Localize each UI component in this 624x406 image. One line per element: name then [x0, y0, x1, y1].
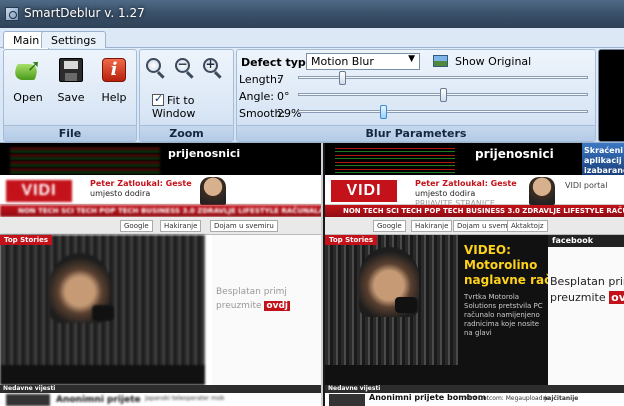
- angle-label: Angle:: [239, 90, 275, 103]
- blur-group-title: Blur Parameters: [237, 125, 595, 141]
- open-button[interactable]: ➚ Open: [8, 56, 48, 106]
- author-blurb: Peter Zatloukal: Geste umjesto dodira: [90, 179, 192, 198]
- webpage-header: VIDI Peter Zatloukal: Geste umjesto dodir…: [0, 175, 323, 205]
- ribbon: Main Settings ➚ Open Save i Help File − …: [0, 28, 624, 143]
- length-label: Length:: [239, 73, 281, 86]
- top-story-photo: [0, 235, 205, 385]
- banner-brand: prijenosnici: [168, 147, 241, 160]
- title-bar: SmartDeblur v. 1.27: [0, 0, 624, 28]
- side-ad: Besplatan primj preuzmite ovdj: [212, 235, 323, 385]
- preview-panel: [598, 49, 624, 142]
- smooth-slider[interactable]: [298, 105, 588, 119]
- defect-type-value: Motion Blur: [311, 55, 374, 68]
- portal-label: VIDI portal: [565, 181, 608, 190]
- top-story-area-sharp: Top Stories VIDEO: Motorolino naglavne rač…: [325, 235, 624, 385]
- webpage-nav: NON TECH SCI TECH POP TECH BUSINESS 3.0 …: [0, 205, 323, 217]
- vidi-logo-sharp: VIDI: [331, 180, 397, 202]
- floppy-disk-icon: [59, 58, 83, 82]
- open-label: Open: [13, 91, 43, 104]
- video-story: VIDEO: Motorolino naglavne računale Tvrtka…: [458, 235, 589, 385]
- video-story-desc: Tvrtka Motorola Solutions pretstvila PC …: [464, 293, 543, 337]
- help-label: Help: [101, 91, 127, 104]
- top-story-area: Top Stories Besplatan primj preuzmite ov…: [0, 235, 323, 385]
- window-title: SmartDeblur v. 1.27: [24, 6, 145, 20]
- checkbox-checked-icon[interactable]: [152, 92, 164, 106]
- length-value: 7: [277, 73, 284, 86]
- tab-settings[interactable]: Settings: [41, 31, 107, 48]
- help-button[interactable]: i Help: [94, 56, 134, 106]
- angle-value: 0°: [277, 90, 290, 103]
- zoom-group: − + Fit to Window Zoom: [139, 49, 234, 142]
- length-slider[interactable]: [298, 71, 588, 85]
- angle-slider[interactable]: [298, 88, 588, 102]
- defect-type-select[interactable]: Motion Blur ▼: [306, 53, 420, 70]
- webpage-header-sharp: VIDI Peter Zatloukal: Geste umjesto dodir…: [325, 175, 624, 208]
- result-image-pane[interactable]: prijenosnici Skraćeni aplikacij izabaran…: [325, 143, 624, 406]
- top-stories-tab-sharp: Top Stories: [325, 235, 378, 245]
- original-image-pane[interactable]: prijenosnici VIDI Peter Zatloukal: Geste…: [0, 143, 323, 406]
- file-group-title: File: [4, 125, 136, 141]
- fit-to-window-checkbox[interactable]: Fit to Window: [152, 92, 233, 120]
- save-label: Save: [57, 91, 85, 104]
- show-original-label: Show Original: [455, 55, 532, 68]
- top-stories-tab: Top Stories: [0, 235, 53, 245]
- webpage-banner: prijenosnici: [0, 143, 323, 175]
- zoom-group-title: Zoom: [140, 125, 233, 141]
- author-photo-sharp: [529, 177, 555, 205]
- top-story-photo-sharp: [325, 235, 458, 385]
- open-icon: ➚: [12, 56, 41, 82]
- angle-slider-thumb[interactable]: [440, 88, 447, 102]
- ribbon-tabs: Main Settings: [0, 28, 624, 49]
- webpage-nav-sharp: NON TECH SCI TECH POP TECH BUSINESS 3.0 …: [325, 205, 624, 217]
- app-icon: [5, 7, 19, 21]
- chevron-down-icon: ▼: [408, 54, 415, 64]
- smooth-value: 29%: [277, 107, 302, 120]
- webpage-subnav-sharp: Google Hakiranje Dojam u svemiru Aktakto…: [325, 217, 624, 235]
- info-icon: i: [102, 58, 126, 82]
- side-ad-sharp: facebook Besplatan primj preuzmite ovdj: [548, 235, 624, 385]
- webpage-subnav: Google Hakiranje Dojam u svemiru: [0, 217, 323, 235]
- blurred-webpage-image: prijenosnici VIDI Peter Zatloukal: Geste…: [0, 143, 323, 406]
- picture-icon: [433, 55, 448, 67]
- zoom-fit-button[interactable]: [146, 58, 168, 80]
- vidi-logo: VIDI: [6, 180, 72, 202]
- webpage-banner-sharp: prijenosnici Skraćeni aplikacij izabaran…: [325, 143, 624, 175]
- zoom-in-button[interactable]: +: [203, 57, 225, 80]
- facebook-bar: facebook: [548, 235, 624, 247]
- promo-box: Skraćeni aplikacij izabarano: [582, 143, 624, 175]
- file-group: ➚ Open Save i Help File: [3, 49, 137, 142]
- author-photo: [200, 177, 226, 205]
- zoom-out-button[interactable]: −: [175, 57, 197, 80]
- length-slider-thumb[interactable]: [339, 71, 347, 85]
- save-button[interactable]: Save: [51, 56, 91, 106]
- recent-news-blocks: Anonimni prijete Japanski teleoperater m…: [0, 393, 323, 406]
- recent-news-blocks-sharp: Anonimni prijete bombom Kim Dotcom: Mega…: [325, 393, 624, 406]
- deblurred-webpage-image: prijenosnici Skraćeni aplikacij izabaran…: [325, 143, 624, 406]
- smooth-slider-thumb[interactable]: [379, 105, 387, 119]
